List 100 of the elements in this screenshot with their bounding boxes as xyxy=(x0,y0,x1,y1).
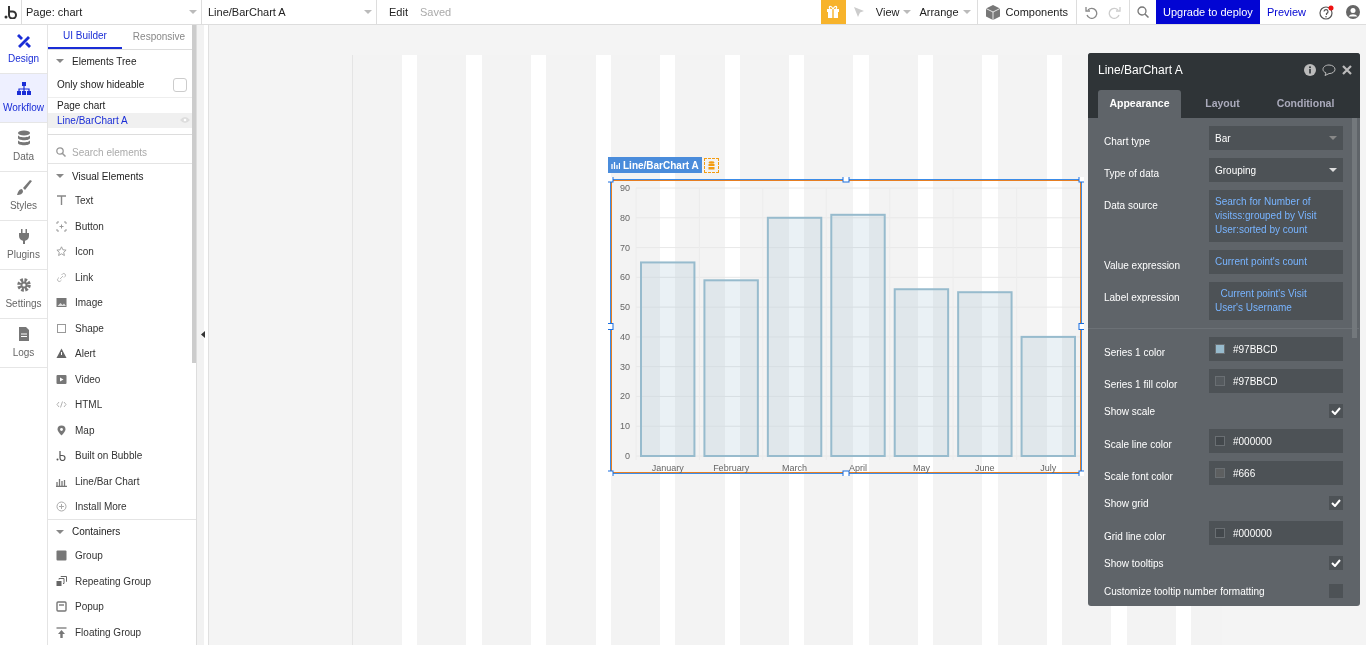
resize-handle[interactable] xyxy=(1078,323,1084,330)
property-label: Series 1 fill color xyxy=(1104,378,1178,392)
page-dropdown-label: Page: chart xyxy=(26,4,83,20)
color-field[interactable]: #97BBCD xyxy=(1209,337,1343,361)
element-list-item[interactable]: Button xyxy=(48,213,196,239)
sidebar-tab[interactable]: Styles xyxy=(0,172,47,221)
checkbox[interactable] xyxy=(1329,496,1343,510)
element-list-item[interactable]: Alert xyxy=(48,340,196,367)
sidebar-tab[interactable]: Workflow xyxy=(0,74,47,123)
color-swatch[interactable] xyxy=(1215,528,1225,538)
chart-frame[interactable] xyxy=(610,179,1082,474)
bubble-logo-icon xyxy=(56,450,67,462)
axis-tick-label: 70 xyxy=(620,242,630,253)
collapse-icon[interactable] xyxy=(201,331,205,338)
color-swatch[interactable] xyxy=(1215,344,1225,354)
inspector-tab[interactable]: Appearance xyxy=(1098,90,1181,118)
edit-menu[interactable]: Edit xyxy=(389,3,408,21)
color-field[interactable]: #000000 xyxy=(1209,521,1343,545)
property-label: Show grid xyxy=(1104,496,1149,511)
cube-icon xyxy=(985,4,1000,20)
element-list-item[interactable]: Image xyxy=(48,289,196,316)
bubble-logo-icon[interactable] xyxy=(3,5,18,19)
pencil-ruler-icon xyxy=(15,32,32,48)
element-list-item[interactable]: Install More xyxy=(48,493,196,520)
pin-up-icon xyxy=(56,626,67,638)
color-swatch[interactable] xyxy=(1215,436,1225,446)
sidebar-tab[interactable]: Plugins xyxy=(0,221,47,270)
color-swatch[interactable] xyxy=(1215,468,1225,478)
search-field[interactable]: Search elements xyxy=(72,144,182,160)
save-status: Saved xyxy=(419,4,452,20)
sitemap-icon xyxy=(15,81,32,97)
arrange-menu[interactable]: Arrange xyxy=(915,0,975,24)
element-list-item[interactable]: Link xyxy=(48,264,196,290)
database-icon xyxy=(15,130,32,146)
element-list-item[interactable]: Map xyxy=(48,417,196,443)
collapse-caret-icon[interactable] xyxy=(56,527,64,536)
expression-field[interactable]: Current point's Visit User's Username xyxy=(1209,282,1343,320)
color-field[interactable]: #666 xyxy=(1209,461,1343,485)
avatar-icon[interactable] xyxy=(1346,5,1360,19)
scrollbar[interactable] xyxy=(192,25,196,363)
tree-item[interactable]: Page chart xyxy=(57,97,106,113)
axis-tick-label: 10 xyxy=(620,421,630,432)
property-label: Series 1 color xyxy=(1104,346,1166,360)
element-list-item[interactable]: Floating Group xyxy=(48,619,196,645)
axis-tick-label: 50 xyxy=(620,302,630,313)
sidebar-tab[interactable]: Logs xyxy=(0,319,47,368)
scrollbar[interactable] xyxy=(1352,118,1357,338)
collapse-caret-icon[interactable] xyxy=(56,57,64,66)
property-label: Label expression xyxy=(1104,291,1180,305)
caret-icon xyxy=(903,10,912,14)
color-swatch[interactable] xyxy=(1215,376,1225,386)
image-icon xyxy=(56,297,67,309)
info-icon[interactable] xyxy=(1304,63,1316,76)
resize-handle[interactable] xyxy=(608,470,614,476)
view-menu[interactable]: View xyxy=(871,0,916,24)
upgrade-button[interactable]: Upgrade to deploy xyxy=(1155,0,1260,24)
section-heading: Visual Elements xyxy=(72,169,144,184)
sidebar-tab[interactable]: Data xyxy=(0,123,47,172)
close-icon[interactable] xyxy=(1342,64,1352,75)
resize-handle[interactable] xyxy=(1078,470,1084,476)
checkbox[interactable] xyxy=(173,77,187,92)
element-list-item[interactable]: Text xyxy=(48,187,196,214)
resize-handle[interactable] xyxy=(608,177,614,183)
collapse-caret-icon[interactable] xyxy=(56,172,64,181)
inspector-tab[interactable]: Conditional xyxy=(1264,90,1347,118)
section-heading: Containers xyxy=(72,525,121,540)
panel-tab[interactable]: UI Builder xyxy=(48,25,122,49)
panel-tab[interactable]: Responsive xyxy=(122,25,196,49)
undo-icon[interactable] xyxy=(1084,5,1098,19)
resize-handle[interactable] xyxy=(842,470,850,476)
axis-tick-label: 60 xyxy=(620,272,630,283)
element-list-item[interactable]: Group xyxy=(48,543,196,569)
comment-icon[interactable] xyxy=(1322,63,1336,76)
sidebar-tab[interactable]: Settings xyxy=(0,270,47,319)
element-list-item[interactable]: Built on Bubble xyxy=(48,442,196,469)
expression-field[interactable]: Search for Number of visitss:grouped by Visit User:sorted by count xyxy=(1209,190,1343,242)
element-list-item[interactable]: HTML xyxy=(48,391,196,418)
resize-handle[interactable] xyxy=(842,177,850,183)
page-dropdown[interactable]: Page: chart xyxy=(22,0,202,24)
resize-handle[interactable] xyxy=(1078,177,1084,183)
color-field[interactable]: #000000 xyxy=(1209,429,1343,453)
element-list-item[interactable]: Repeating Group xyxy=(48,568,196,594)
checkbox[interactable] xyxy=(1329,404,1343,418)
property-label: Show scale xyxy=(1104,404,1156,419)
resize-handle[interactable] xyxy=(608,323,614,330)
expression-field[interactable]: Current point's count xyxy=(1209,250,1343,274)
element-list-item[interactable]: Icon xyxy=(48,238,196,265)
element-list-item[interactable]: Shape xyxy=(48,315,196,341)
element-list-item[interactable]: Popup xyxy=(48,594,196,620)
checkbox[interactable] xyxy=(1329,556,1343,570)
color-field[interactable]: #97BBCD xyxy=(1209,369,1343,393)
element-list-item[interactable]: Video xyxy=(48,366,196,392)
help-icon[interactable] xyxy=(1319,4,1334,20)
search-icon[interactable] xyxy=(1136,6,1149,18)
dropdown[interactable]: Grouping xyxy=(1209,158,1343,182)
element-list-item[interactable]: Line/Bar Chart xyxy=(48,468,196,494)
inspector-tab[interactable]: Layout xyxy=(1181,90,1264,118)
components-button[interactable]: Components xyxy=(976,0,1077,24)
element-dropdown[interactable]: Line/BarChart A xyxy=(202,0,377,24)
preview-link[interactable]: Preview xyxy=(1259,0,1313,24)
